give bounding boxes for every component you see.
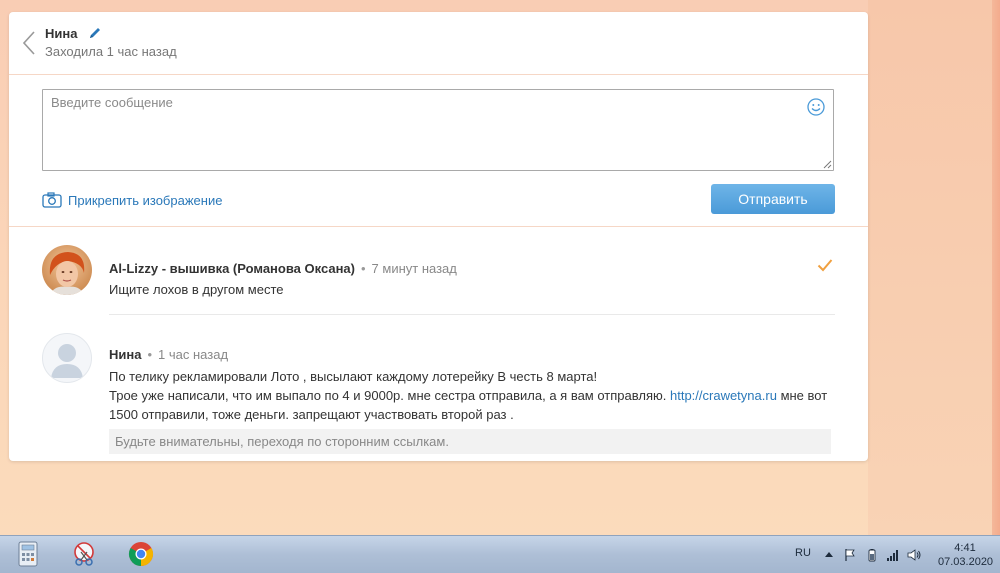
- taskbar: RU 4:41 07.03.2020: [0, 535, 1000, 573]
- chrome-icon[interactable]: [127, 540, 155, 568]
- contact-status: Заходила 1 час назад: [45, 44, 177, 59]
- user-photo: [42, 245, 92, 295]
- language-indicator[interactable]: RU: [795, 547, 811, 559]
- message-line: По телику рекламировали Лото , высылают …: [109, 369, 598, 384]
- resize-grip-icon[interactable]: [823, 160, 832, 169]
- message-item: Al-Lizzy - вышивка (Романова Оксана) • 7 м…: [9, 227, 868, 327]
- camera-icon: [42, 192, 62, 208]
- external-link[interactable]: http://crawetyna.ru: [670, 388, 777, 403]
- chevron-left-icon: [23, 31, 35, 55]
- message-author-line: Al-Lizzy - вышивка (Романова Оксана) • 7 м…: [109, 261, 457, 276]
- chat-card: Нина Заходила 1 час назад Введите сообще…: [9, 12, 868, 461]
- message-time: 1 час назад: [158, 347, 229, 362]
- window-edge: [992, 0, 1000, 535]
- back-button[interactable]: [21, 30, 37, 56]
- message-composer: Прикрепить изображение Отправить: [9, 75, 868, 227]
- clock-date: 07.03.2020: [938, 556, 994, 568]
- chevron-up-icon[interactable]: [822, 548, 836, 562]
- default-user-icon: [51, 344, 83, 378]
- read-check-icon: [817, 259, 833, 272]
- message-line: Трое уже написали, что им выпало по 4 и …: [109, 386, 839, 405]
- link-warning: Будьте внимательны, переходя по сторонни…: [109, 429, 831, 454]
- battery-icon[interactable]: [865, 548, 879, 562]
- message-line: 1500 отправили, тоже деньги. запрещают у…: [109, 407, 514, 422]
- message-line-part: Трое уже написали, что им выпало по 4 и …: [109, 388, 667, 403]
- network-signal-icon[interactable]: [886, 548, 900, 562]
- clock-time: 4:41: [954, 542, 976, 554]
- message-author[interactable]: Al-Lizzy - вышивка (Романова Оксана): [109, 261, 355, 276]
- pencil-icon[interactable]: [88, 26, 102, 40]
- separator-dot: •: [147, 347, 153, 362]
- snipping-tool-icon[interactable]: [70, 540, 98, 568]
- smiley-icon[interactable]: [807, 98, 825, 116]
- chat-header: Нина Заходила 1 час назад: [9, 12, 868, 75]
- send-button[interactable]: Отправить: [711, 184, 835, 214]
- calculator-icon[interactable]: [14, 540, 42, 568]
- message-item: Нина • 1 час назад По телику рекламировали…: [9, 315, 868, 461]
- attach-image-link[interactable]: Прикрепить изображение: [42, 192, 222, 208]
- message-text: Ищите лохов в другом месте: [109, 280, 839, 299]
- message-input-box: [42, 89, 834, 171]
- flag-icon[interactable]: [843, 548, 857, 562]
- avatar[interactable]: [42, 333, 92, 383]
- attach-image-label: Прикрепить изображение: [68, 192, 223, 208]
- message-input[interactable]: [43, 90, 833, 170]
- message-line-part: мне вот: [780, 388, 828, 403]
- background-strip: [868, 0, 1000, 535]
- message-text: По телику рекламировали Лото , высылают …: [109, 367, 839, 424]
- volume-icon[interactable]: [907, 548, 921, 562]
- message-line: Ищите лохов в другом месте: [109, 282, 284, 297]
- contact-name: Нина: [45, 26, 78, 41]
- message-author-line: Нина • 1 час назад: [109, 347, 228, 362]
- avatar[interactable]: [42, 245, 92, 295]
- system-clock[interactable]: 4:41 07.03.2020: [938, 541, 994, 569]
- message-author[interactable]: Нина: [109, 347, 141, 362]
- message-time: 7 минут назад: [371, 261, 457, 276]
- separator-dot: •: [360, 261, 366, 276]
